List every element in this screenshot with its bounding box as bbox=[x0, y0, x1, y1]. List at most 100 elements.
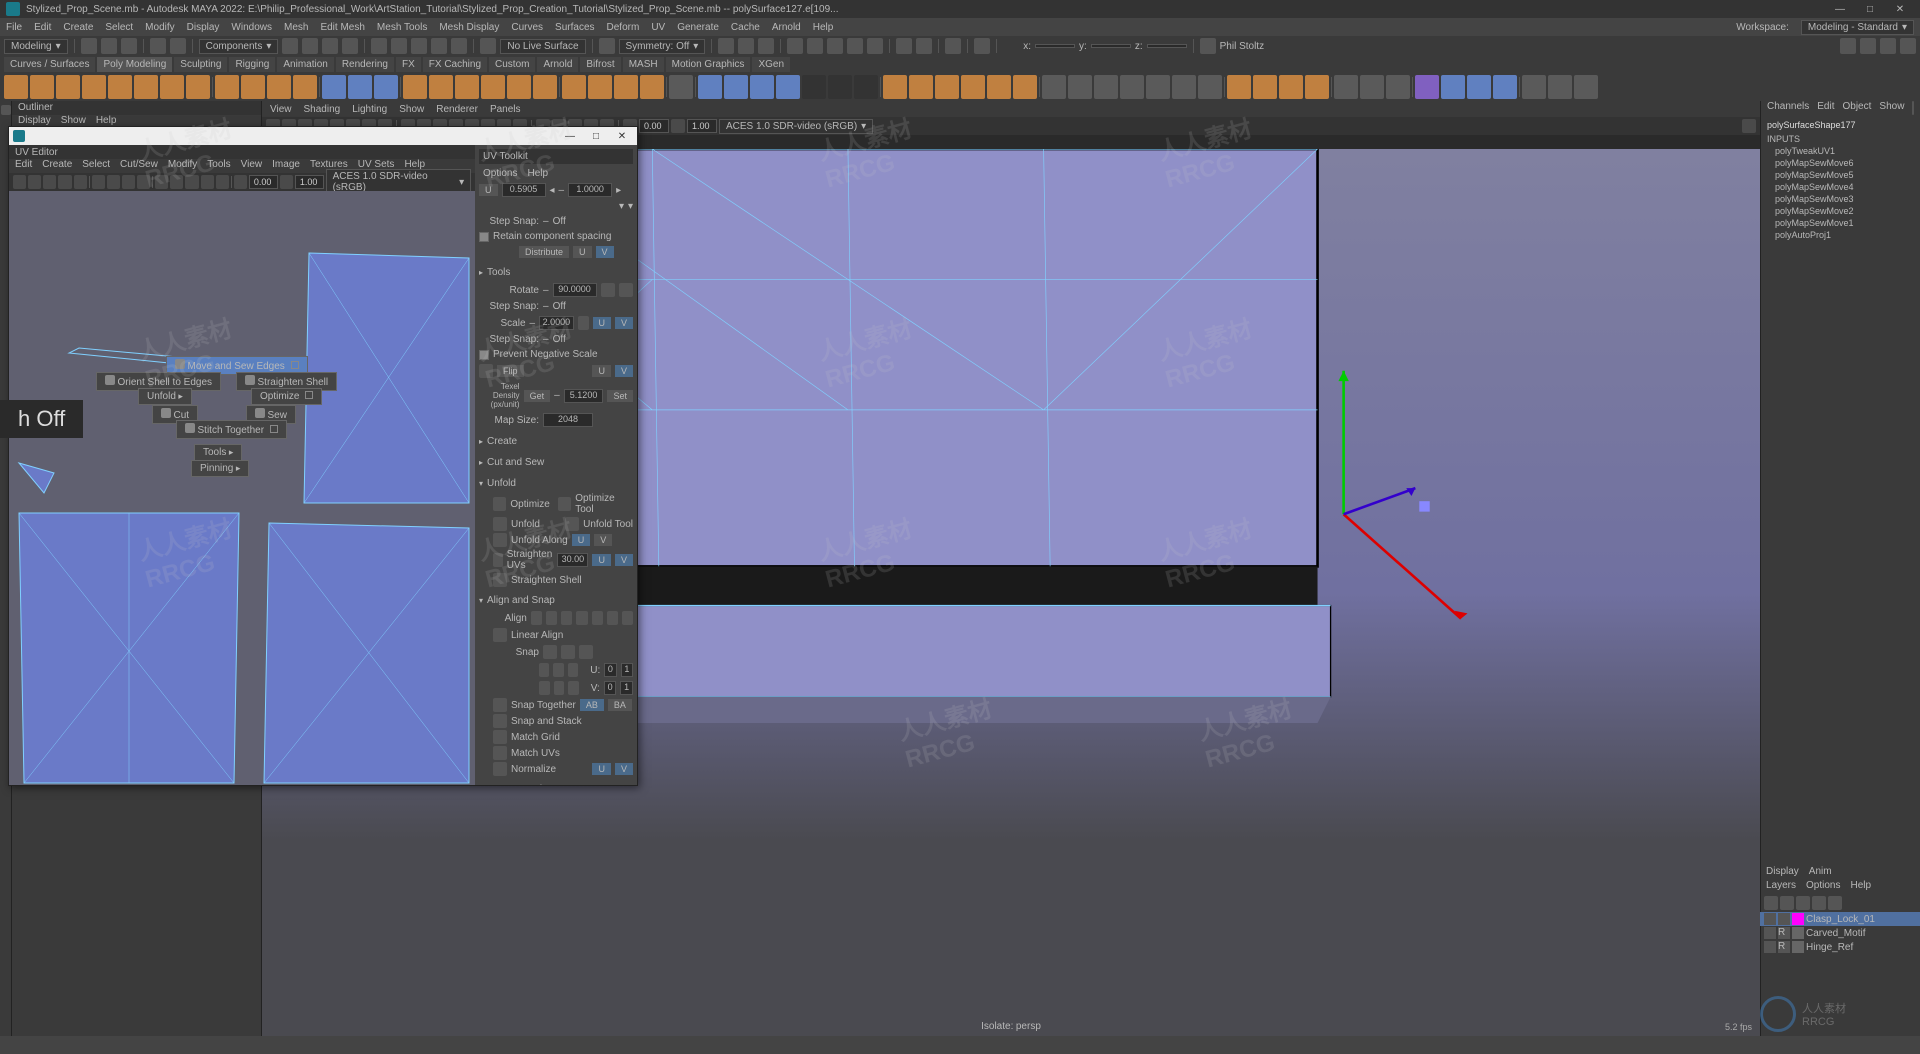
uv-tool-icon[interactable] bbox=[216, 175, 229, 189]
uv-close-button[interactable]: ✕ bbox=[611, 129, 633, 143]
shelf-icon[interactable] bbox=[481, 75, 505, 99]
shelf-icon[interactable] bbox=[293, 75, 317, 99]
snap-icon[interactable] bbox=[543, 645, 557, 659]
shelf-icon[interactable] bbox=[56, 75, 80, 99]
uv-menu-item[interactable]: Tools bbox=[207, 159, 230, 173]
shelf-icon[interactable] bbox=[802, 75, 826, 99]
align-icon[interactable] bbox=[531, 611, 542, 625]
channel-tab[interactable]: Show bbox=[1879, 101, 1904, 115]
channel-tab[interactable]: Edit bbox=[1817, 101, 1834, 115]
uv-tool-icon[interactable] bbox=[92, 175, 105, 189]
sel-icon-2[interactable] bbox=[302, 38, 318, 54]
minimize-button[interactable]: — bbox=[1826, 2, 1854, 16]
align-icon[interactable] bbox=[592, 611, 603, 625]
prevent-neg-checkbox[interactable] bbox=[479, 350, 489, 360]
uv-tool-icon[interactable] bbox=[185, 175, 198, 189]
unfold-u-button[interactable]: U bbox=[572, 534, 591, 546]
toolbar-right-1[interactable] bbox=[1840, 38, 1856, 54]
flip-v-button[interactable]: V bbox=[615, 365, 633, 377]
rotate-ccw-icon[interactable] bbox=[601, 283, 615, 297]
layer-tool-icon[interactable] bbox=[1812, 896, 1826, 910]
shelf-icon[interactable] bbox=[909, 75, 933, 99]
shelf-icon[interactable] bbox=[669, 75, 693, 99]
channel-close-icon[interactable] bbox=[1912, 101, 1914, 115]
menu-edit-mesh[interactable]: Edit Mesh bbox=[320, 22, 364, 33]
v-button[interactable]: V bbox=[596, 246, 614, 258]
rotate-cw-icon[interactable] bbox=[619, 283, 633, 297]
optimize-tool-button[interactable]: Optimize Tool bbox=[575, 493, 633, 515]
shelf-icon[interactable] bbox=[267, 75, 291, 99]
optimize-button[interactable]: Optimize bbox=[510, 499, 549, 510]
undo-icon[interactable] bbox=[150, 38, 166, 54]
shelf-icon[interactable] bbox=[854, 75, 878, 99]
u-button[interactable]: U bbox=[573, 246, 592, 258]
new-scene-icon[interactable] bbox=[81, 38, 97, 54]
shelf-icon[interactable] bbox=[30, 75, 54, 99]
layer-subtab[interactable]: Help bbox=[1850, 880, 1871, 894]
shelf-tab[interactable]: FX bbox=[396, 57, 421, 72]
render-settings-icon[interactable] bbox=[807, 38, 823, 54]
uv-menu-item[interactable]: Image bbox=[272, 159, 300, 173]
scale-v-button[interactable]: V bbox=[615, 317, 633, 329]
shelf-icon[interactable] bbox=[1360, 75, 1384, 99]
shelf-icon[interactable] bbox=[987, 75, 1011, 99]
uv-tool-icon[interactable] bbox=[58, 175, 71, 189]
exposure-field[interactable]: 0.00 bbox=[639, 119, 669, 133]
shelf-tab[interactable]: FX Caching bbox=[423, 57, 487, 72]
get-button[interactable]: Get bbox=[524, 390, 551, 402]
workspace-dropdown[interactable]: Modeling - Standard▾ bbox=[1801, 20, 1914, 35]
z-field[interactable] bbox=[1147, 44, 1187, 48]
layer-row[interactable]: R Hinge_Ref bbox=[1760, 940, 1920, 954]
maximize-button[interactable]: □ bbox=[1856, 2, 1884, 16]
shelf-icon[interactable] bbox=[108, 75, 132, 99]
snap-icon[interactable] bbox=[568, 663, 578, 677]
shelf-icon[interactable] bbox=[614, 75, 638, 99]
shelf-icon[interactable] bbox=[374, 75, 398, 99]
sel-icon-1[interactable] bbox=[282, 38, 298, 54]
menu-help[interactable]: Help bbox=[813, 22, 834, 33]
align-icon[interactable] bbox=[561, 611, 572, 625]
shelf-icon[interactable] bbox=[186, 75, 210, 99]
channel-input[interactable]: polyMapSewMove1 bbox=[1767, 217, 1914, 229]
shelf-icon[interactable] bbox=[828, 75, 852, 99]
toolbar-right-4[interactable] bbox=[1900, 38, 1916, 54]
layer-ref-toggle[interactable]: R bbox=[1778, 941, 1790, 953]
uv-menu-item[interactable]: Select bbox=[82, 159, 110, 173]
channel-input[interactable]: polyMapSewMove5 bbox=[1767, 169, 1914, 181]
u-coord-field[interactable]: 0.5905 bbox=[502, 183, 546, 197]
gamma-icon[interactable] bbox=[671, 119, 685, 133]
shelf-icon[interactable] bbox=[1548, 75, 1572, 99]
snap-icon[interactable] bbox=[539, 663, 549, 677]
straighten-uvs-button[interactable]: Straighten UVs bbox=[507, 549, 554, 571]
shelf-icon[interactable] bbox=[935, 75, 959, 99]
y-field[interactable] bbox=[1091, 44, 1131, 48]
channel-input[interactable]: polyMapSewMove4 bbox=[1767, 181, 1914, 193]
shelf-icon[interactable] bbox=[1172, 75, 1196, 99]
shelf-tab[interactable]: Sculpting bbox=[174, 57, 227, 72]
uv-tool-icon[interactable] bbox=[107, 175, 120, 189]
shelf-tab[interactable]: Rigging bbox=[229, 57, 275, 72]
sel-icon-3[interactable] bbox=[322, 38, 338, 54]
vp-cube-icon[interactable] bbox=[1742, 119, 1756, 133]
cutsew-section[interactable]: Cut and Sew bbox=[479, 454, 633, 471]
menu-uv[interactable]: UV bbox=[651, 22, 665, 33]
scale-icon[interactable] bbox=[578, 316, 589, 330]
uv-tool-icon[interactable] bbox=[43, 175, 56, 189]
select-tool-icon[interactable] bbox=[1, 105, 11, 115]
uv-tool-icon[interactable] bbox=[122, 175, 135, 189]
channel-tab[interactable]: Channels bbox=[1767, 101, 1809, 115]
layer-tool-icon[interactable] bbox=[1796, 896, 1810, 910]
shelf-icon[interactable] bbox=[1279, 75, 1303, 99]
channel-input[interactable]: polyMapSewMove6 bbox=[1767, 157, 1914, 169]
shelf-tab[interactable]: Animation bbox=[277, 57, 333, 72]
layer-visibility-toggle[interactable] bbox=[1764, 913, 1776, 925]
shelf-icon[interactable] bbox=[160, 75, 184, 99]
shelf-icon[interactable] bbox=[429, 75, 453, 99]
shelf-icon[interactable] bbox=[1198, 75, 1222, 99]
tb-icon-a[interactable] bbox=[718, 38, 734, 54]
redo-icon[interactable] bbox=[170, 38, 186, 54]
layout-icon-2[interactable] bbox=[916, 38, 932, 54]
shelf-icon[interactable] bbox=[1493, 75, 1517, 99]
unfold-section[interactable]: Unfold bbox=[479, 475, 633, 492]
shelf-icon[interactable] bbox=[1441, 75, 1465, 99]
